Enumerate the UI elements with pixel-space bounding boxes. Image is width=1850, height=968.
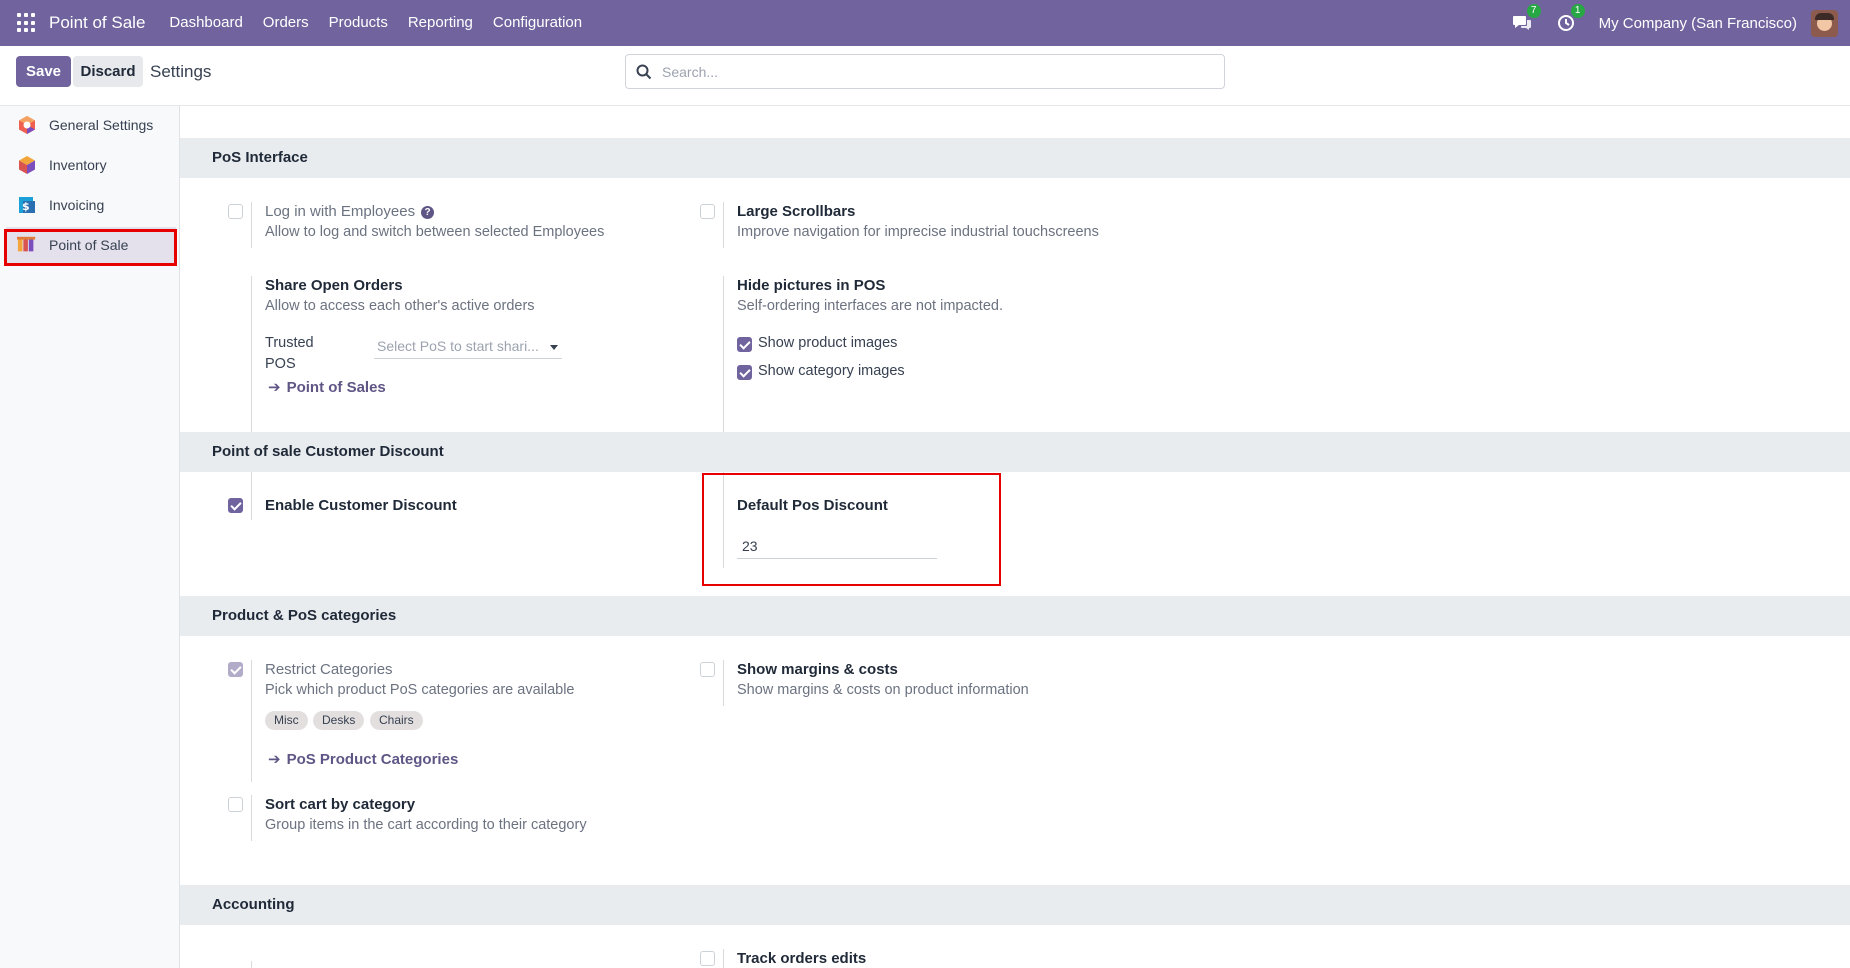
messages-icon[interactable]: 7 xyxy=(1511,4,1541,34)
arrow-right-icon: ➔ xyxy=(268,379,281,396)
company-switcher[interactable]: My Company (San Francisco) xyxy=(1599,15,1797,32)
section-header-categories: Product & PoS categories xyxy=(180,596,1850,636)
settings-sidebar: General Settings Inventory $ Invoicing P… xyxy=(0,106,180,968)
activities-icon[interactable]: 1 xyxy=(1555,4,1585,34)
inventory-icon xyxy=(17,155,37,175)
divider xyxy=(251,202,252,248)
chevron-down-icon xyxy=(550,345,558,350)
show-margins-title: Show margins & costs xyxy=(737,661,898,678)
breadcrumb: Settings xyxy=(150,62,212,81)
login-employees-checkbox[interactable] xyxy=(228,204,243,219)
sort-cart-desc: Group items in the cart according to the… xyxy=(265,817,587,833)
messages-badge: 7 xyxy=(1526,4,1541,18)
sidebar-item-label: Invoicing xyxy=(49,197,105,213)
menu-orders[interactable]: Orders xyxy=(253,0,319,46)
hide-pictures-title: Hide pictures in POS xyxy=(737,277,886,294)
section-header-pos-interface: PoS Interface xyxy=(180,138,1850,178)
show-category-images-label: Show category images xyxy=(758,363,905,379)
category-tag[interactable]: Desks xyxy=(313,711,365,730)
divider xyxy=(251,660,252,782)
search-input[interactable] xyxy=(662,63,1202,80)
svg-text:$: $ xyxy=(22,200,30,213)
app-brand[interactable]: Point of Sale xyxy=(49,13,145,33)
highlight-annotation xyxy=(4,229,177,266)
apps-menu-icon[interactable] xyxy=(17,13,37,33)
invoicing-icon: $ xyxy=(17,195,37,215)
settings-content: PoS Interface Log in with Employees? All… xyxy=(180,106,1850,968)
enable-customer-discount-title: Enable Customer Discount xyxy=(265,497,457,514)
restrict-categories-desc: Pick which product PoS categories are av… xyxy=(265,682,575,698)
large-scrollbars-desc: Improve navigation for imprecise industr… xyxy=(737,224,1099,240)
divider xyxy=(251,961,252,968)
large-scrollbars-checkbox[interactable] xyxy=(700,204,715,219)
save-button[interactable]: Save xyxy=(16,56,71,87)
sort-cart-checkbox[interactable] xyxy=(228,797,243,812)
sidebar-item-inventory[interactable]: Inventory xyxy=(6,147,176,183)
top-navbar: Point of Sale Dashboard Orders Products … xyxy=(0,0,1850,46)
share-orders-desc: Allow to access each other's active orde… xyxy=(265,298,535,314)
search-bar xyxy=(625,54,1225,89)
menu-reporting[interactable]: Reporting xyxy=(398,0,483,46)
show-product-images-label: Show product images xyxy=(758,335,898,351)
track-edits-checkbox[interactable] xyxy=(700,951,715,966)
discard-button[interactable]: Discard xyxy=(73,56,143,87)
divider xyxy=(251,496,252,520)
show-margins-checkbox[interactable] xyxy=(700,662,715,677)
menu-products[interactable]: Products xyxy=(319,0,398,46)
search-icon xyxy=(636,64,652,79)
large-scrollbars-title: Large Scrollbars xyxy=(737,203,856,220)
show-margins-desc: Show margins & costs on product informat… xyxy=(737,682,1029,698)
category-tag[interactable]: Chairs xyxy=(370,711,423,730)
trusted-pos-placeholder: Select PoS to start shari... xyxy=(377,338,539,354)
section-header-customer-discount: Point of sale Customer Discount xyxy=(180,432,1850,472)
navbar-systray: 7 1 My Company (San Francisco) xyxy=(1511,0,1850,46)
sidebar-item-label: General Settings xyxy=(49,117,154,133)
sidebar-item-label: Inventory xyxy=(49,157,107,173)
divider xyxy=(723,660,724,706)
share-orders-title: Share Open Orders xyxy=(265,277,403,294)
divider xyxy=(723,949,724,968)
control-panel: Save Discard Settings xyxy=(0,46,1850,106)
highlight-annotation xyxy=(702,473,1001,586)
sort-cart-title: Sort cart by category xyxy=(265,796,416,813)
point-of-sales-link[interactable]: ➔ Point of Sales xyxy=(268,378,386,396)
login-employees-desc: Allow to log and switch between selected… xyxy=(265,224,605,240)
pos-product-categories-link[interactable]: ➔ PoS Product Categories xyxy=(268,750,458,768)
divider xyxy=(251,795,252,841)
menu-configuration[interactable]: Configuration xyxy=(483,0,592,46)
sidebar-item-invoicing[interactable]: $ Invoicing xyxy=(6,187,176,223)
login-employees-title: Log in with Employees? xyxy=(265,203,435,220)
menu-dashboard[interactable]: Dashboard xyxy=(159,0,252,46)
restrict-categories-checkbox[interactable] xyxy=(228,662,243,677)
hide-pictures-desc: Self-ordering interfaces are not impacte… xyxy=(737,298,1003,314)
main-menu: Dashboard Orders Products Reporting Conf… xyxy=(159,0,592,46)
activities-badge: 1 xyxy=(1570,4,1585,18)
trusted-pos-label: Trusted xyxy=(265,335,314,351)
category-tag[interactable]: Misc xyxy=(265,711,308,730)
enable-customer-discount-checkbox[interactable] xyxy=(228,498,243,513)
sidebar-item-general-settings[interactable]: General Settings xyxy=(6,107,176,143)
divider xyxy=(723,202,724,248)
trusted-pos-label: POS xyxy=(265,356,296,372)
general-settings-icon xyxy=(17,115,37,135)
help-icon[interactable]: ? xyxy=(421,205,435,219)
show-category-images-checkbox[interactable] xyxy=(737,365,752,380)
show-product-images-checkbox[interactable] xyxy=(737,337,752,352)
user-avatar[interactable] xyxy=(1811,9,1838,37)
track-edits-title: Track orders edits xyxy=(737,950,867,967)
restrict-categories-title: Restrict Categories xyxy=(265,661,393,678)
arrow-right-icon: ➔ xyxy=(268,751,281,768)
trusted-pos-select[interactable]: Select PoS to start shari... xyxy=(374,335,562,359)
section-header-accounting: Accounting xyxy=(180,885,1850,925)
